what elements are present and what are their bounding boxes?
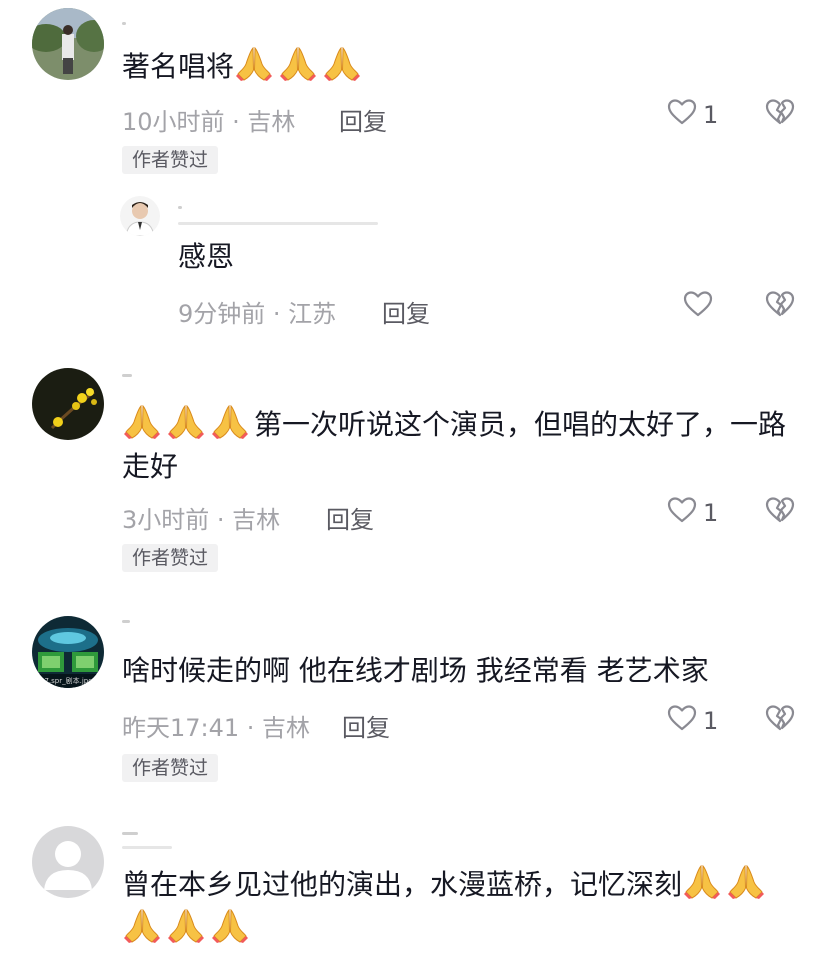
- comment-meta: 10小时前 · 吉林 回复 1: [122, 96, 802, 136]
- reply-button[interactable]: 回复: [326, 500, 374, 535]
- comment-meta: 昨天17:41 · 吉林 回复 1: [122, 702, 802, 742]
- user-avatar[interactable]: [32, 8, 104, 80]
- comment-text: 第一次听说这个演员，但唱的太好了，一路走好: [122, 404, 787, 483]
- author-liked-badge: 作者赞过: [122, 754, 219, 782]
- author-liked-badge: 作者赞过: [122, 544, 219, 572]
- heart-outline-icon: [667, 704, 697, 738]
- username-redacted: [122, 22, 126, 25]
- comment-4: 曾在本乡见过他的演出，水漫蓝桥，记忆深刻: [0, 810, 815, 962]
- heart-outline-icon: [667, 98, 697, 132]
- username-redacted: [122, 374, 132, 377]
- like-button[interactable]: 1: [667, 496, 718, 530]
- username-redacted: [122, 832, 138, 835]
- reply-username-redacted: [178, 206, 182, 209]
- prayer-emojis: [122, 404, 254, 441]
- user-avatar[interactable]: [32, 826, 104, 898]
- like-button[interactable]: 1: [667, 98, 718, 132]
- heart-outline-icon: [683, 290, 713, 324]
- like-button[interactable]: 1: [667, 704, 718, 738]
- username-redacted: [122, 620, 130, 623]
- reply-button[interactable]: 回复: [339, 102, 387, 137]
- heart-outline-icon: [667, 496, 697, 530]
- reply-meta: 9分钟前 · 江苏 回复: [178, 288, 798, 328]
- reply-button[interactable]: 回复: [342, 708, 390, 743]
- dislike-button[interactable]: [765, 496, 795, 530]
- like-count: 1: [703, 499, 719, 527]
- comment-text: 啥时候走的啊 他在线才剧场 我经常看 老艺术家: [122, 654, 709, 687]
- reply-like-button[interactable]: [683, 290, 713, 324]
- reply-username-redacted-line: [178, 222, 378, 225]
- avatar-caption: 17.spr_剧本.jpg: [40, 677, 93, 685]
- comment-text: 著名唱将: [122, 44, 366, 88]
- comment-1: 著名唱将 10小时前 · 吉林 回复 1 作者赞过 感恩 9分钟前 · 江苏 回…: [0, 0, 815, 340]
- user-avatar[interactable]: [32, 368, 104, 440]
- broken-heart-icon: [765, 497, 795, 530]
- comment-time-location: 10小时前 · 吉林: [122, 108, 296, 136]
- comment-time-location: 昨天17:41 · 吉林: [122, 714, 311, 742]
- broken-heart-icon: [765, 705, 795, 738]
- dislike-button[interactable]: [765, 98, 795, 132]
- like-count: 1: [703, 101, 719, 129]
- reply-user-avatar[interactable]: [120, 196, 160, 236]
- comment-time-location: 3小时前 · 吉林: [122, 506, 281, 534]
- broken-heart-icon: [765, 291, 795, 324]
- comment-3: 17.spr_剧本.jpg 啥时候走的啊 他在线才剧场 我经常看 老艺术家 昨天…: [0, 600, 815, 810]
- comment-meta: 3小时前 · 吉林 回复 1: [122, 494, 802, 534]
- prayer-emojis: [234, 46, 366, 83]
- author-liked-badge: 作者赞过: [122, 146, 219, 174]
- comment-2: 第一次听说这个演员，但唱的太好了，一路走好 3小时前 · 吉林 回复 1 作者赞…: [0, 340, 815, 590]
- comment-text: 曾在本乡见过他的演出，水漫蓝桥，记忆深刻: [122, 862, 802, 950]
- username-redacted-line: [122, 846, 172, 849]
- dislike-button[interactable]: [765, 704, 795, 738]
- reply-text: 感恩: [178, 240, 235, 273]
- reply-reply-button[interactable]: 回复: [382, 294, 430, 329]
- reply-time-location: 9分钟前 · 江苏: [178, 300, 337, 328]
- reply-dislike-button[interactable]: [765, 290, 795, 324]
- like-count: 1: [703, 707, 719, 735]
- broken-heart-icon: [765, 99, 795, 132]
- user-avatar[interactable]: 17.spr_剧本.jpg: [32, 616, 104, 688]
